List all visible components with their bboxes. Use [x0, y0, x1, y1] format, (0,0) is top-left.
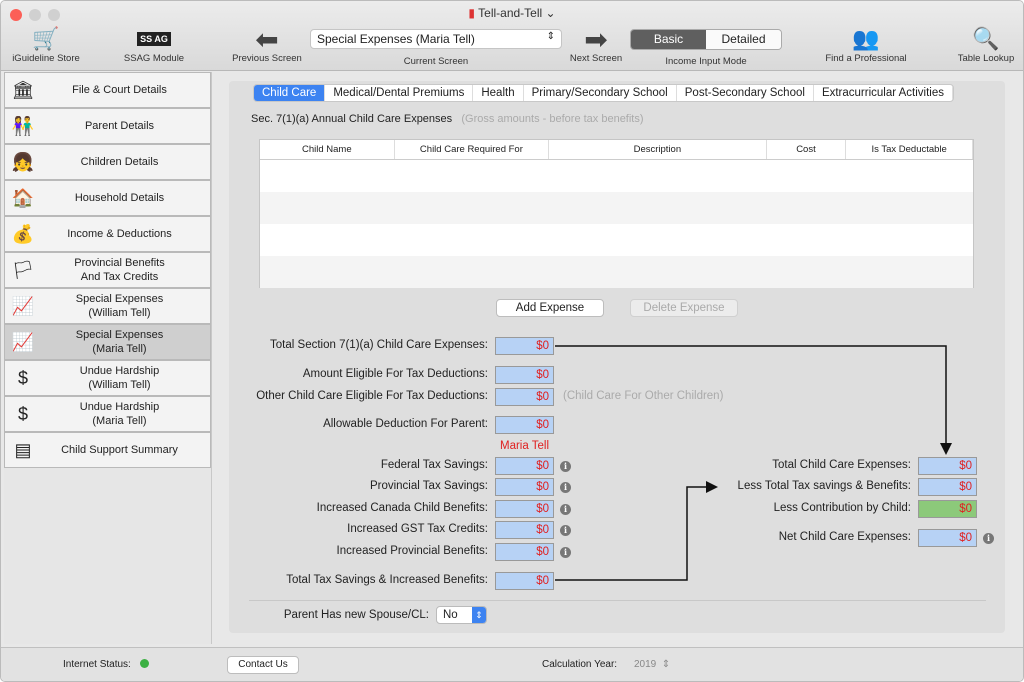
internet-status-indicator — [140, 659, 149, 668]
calc-year-select[interactable]: 2019 ⇕ — [634, 659, 670, 670]
calc-year-label: Calculation Year: — [542, 659, 618, 670]
contact-us-button[interactable]: Contact Us — [227, 656, 299, 674]
flow-arrows — [555, 345, 952, 581]
spouse-select[interactable]: No ⇕ — [436, 606, 487, 624]
status-bar: Internet Status: Contact Us Calculation … — [1, 647, 1023, 681]
internet-status-label: Internet Status: — [63, 659, 131, 670]
app-window: ▮ Tell-and-Tell ⌄ 🛒 iGuideline Store SS A… — [0, 0, 1024, 682]
spouse-label: Parent Has new Spouse/CL: — [283, 609, 429, 621]
arrow-total-to-right — [555, 345, 952, 455]
updown-icon: ⇕ — [472, 607, 486, 623]
divider — [249, 600, 986, 601]
arrow-savings-to-right — [555, 481, 718, 581]
